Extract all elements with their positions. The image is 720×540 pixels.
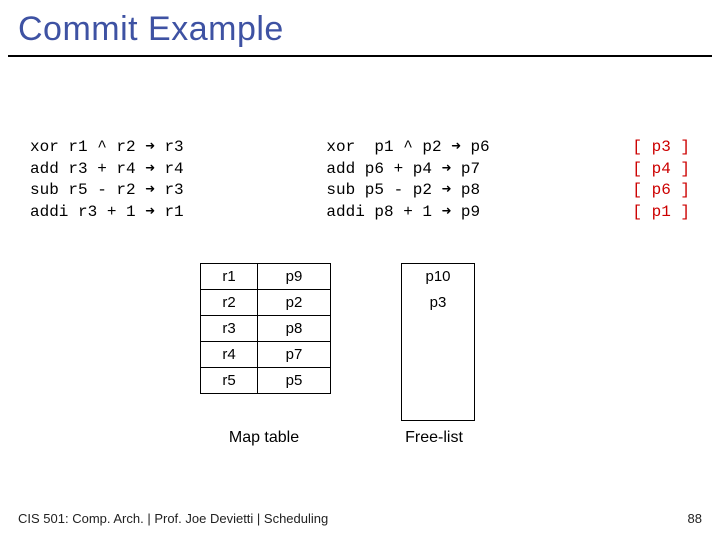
table-row: r5 p5 (201, 368, 331, 394)
map-r: r2 (201, 290, 258, 316)
free-list: p10 p3 (401, 263, 475, 421)
table-row: r1 p9 (201, 264, 331, 290)
free-empty (402, 316, 474, 420)
map-r: r1 (201, 264, 258, 290)
free-item: p10 (402, 264, 474, 290)
free-item: p3 (402, 290, 474, 316)
free-list-box: p10 p3 (401, 263, 475, 421)
map-p: p7 (258, 342, 331, 368)
map-p: p2 (258, 290, 331, 316)
map-r: r3 (201, 316, 258, 342)
footer-text: CIS 501: Comp. Arch. | Prof. Joe Deviett… (18, 511, 328, 526)
page-title: Commit Example (0, 0, 720, 55)
table-row: r2 p2 (201, 290, 331, 316)
page-number: 88 (688, 511, 702, 526)
table-row: r4 p7 (201, 342, 331, 368)
slide: Commit Example xor r1 ^ r2 ➜ r3 add r3 +… (0, 0, 720, 540)
tables-row: r1 p9 r2 p2 r3 p8 r4 p7 r5 p5 p10 (200, 223, 720, 421)
map-r: r5 (201, 368, 258, 394)
map-p: p5 (258, 368, 331, 394)
map-table-caption: Map table (200, 429, 328, 447)
map-r: r4 (201, 342, 258, 368)
map-table: r1 p9 r2 p2 r3 p8 r4 p7 r5 p5 (200, 263, 331, 394)
code-columns: xor r1 ^ r2 ➜ r3 add r3 + r4 ➜ r4 sub r5… (0, 57, 720, 223)
map-p: p8 (258, 316, 331, 342)
renamed-assembly: xor p1 ^ p2 ➜ p6 add p6 + p4 ➜ p7 sub p5… (326, 137, 489, 223)
table-captions: Map table Free-list (200, 421, 720, 447)
freed-regs: [ p3 ] [ p4 ] [ p6 ] [ p1 ] (632, 137, 690, 223)
map-p: p9 (258, 264, 331, 290)
table-row: r3 p8 (201, 316, 331, 342)
footer: CIS 501: Comp. Arch. | Prof. Joe Deviett… (18, 511, 702, 526)
source-assembly: xor r1 ^ r2 ➜ r3 add r3 + r4 ➜ r4 sub r5… (30, 137, 184, 223)
free-list-caption: Free-list (398, 429, 470, 447)
